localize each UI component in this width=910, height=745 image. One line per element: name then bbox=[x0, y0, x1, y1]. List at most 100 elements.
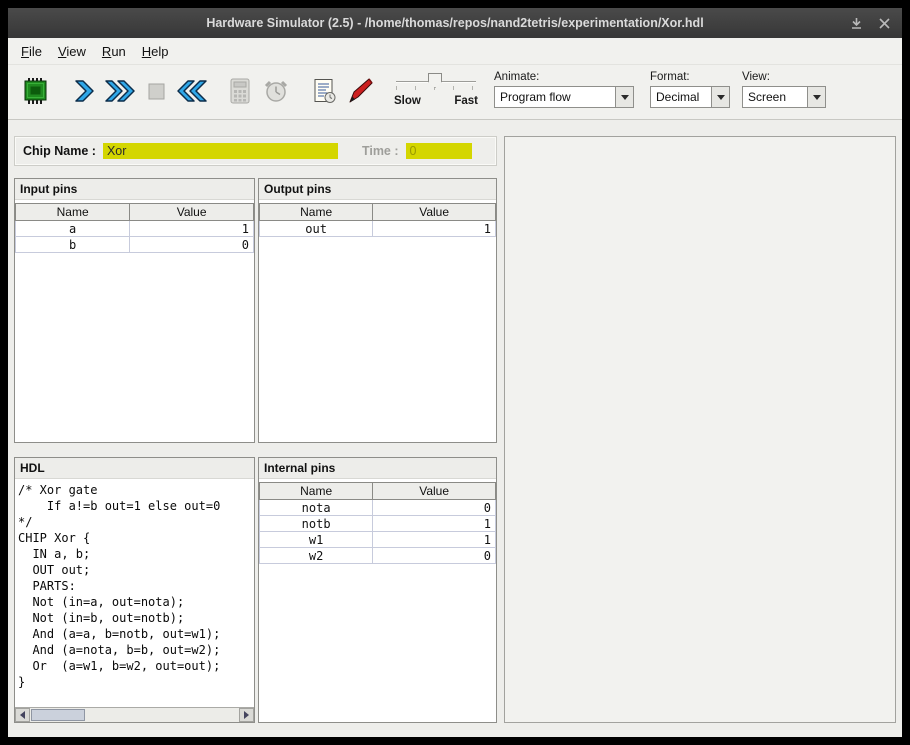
time-field: 0 bbox=[406, 143, 472, 159]
animate-label: Animate: bbox=[494, 71, 634, 83]
table-row: w1 1 bbox=[260, 532, 496, 548]
chip-name-bar: Chip Name : Xor Time : 0 bbox=[14, 136, 497, 166]
animate-select[interactable]: Program flow bbox=[494, 86, 634, 108]
value-column-header: Value bbox=[373, 483, 496, 500]
table-row: b 0 bbox=[16, 237, 254, 253]
script-icon bbox=[309, 76, 339, 106]
pin-name-cell: w1 bbox=[260, 532, 373, 548]
hdl-code-line: OUT out; bbox=[18, 562, 251, 578]
scrollbar-thumb[interactable] bbox=[31, 709, 85, 721]
single-step-button[interactable] bbox=[66, 71, 102, 111]
input-pins-title: Input pins bbox=[15, 179, 254, 200]
hdl-code-line: CHIP Xor { bbox=[18, 530, 251, 546]
close-icon[interactable] bbox=[879, 18, 890, 29]
main-content: Chip Name : Xor Time : 0 Input pins Name… bbox=[8, 120, 902, 737]
load-chip-icon bbox=[21, 76, 51, 106]
format-dropdown-arrow-icon[interactable] bbox=[711, 87, 729, 107]
internal-pins-title: Internal pins bbox=[259, 458, 496, 479]
animate-dropdown-arrow-icon[interactable] bbox=[615, 87, 633, 107]
breakpoints-button[interactable] bbox=[342, 71, 378, 111]
scroll-right-arrow-icon[interactable] bbox=[239, 708, 254, 722]
view-group: View: Screen bbox=[742, 71, 826, 108]
scroll-left-arrow-icon[interactable] bbox=[15, 708, 30, 722]
chip-name-field: Xor bbox=[103, 143, 338, 159]
desktop: { "colors": { "accent_yellow": "#d4d600"… bbox=[0, 0, 910, 745]
app-window: Hardware Simulator (2.5) - /home/thomas/… bbox=[8, 8, 902, 737]
script-button[interactable] bbox=[306, 71, 342, 111]
input-pins-body: Name Value a 1 b 0 bbox=[15, 201, 254, 442]
hdl-code-line: } bbox=[18, 674, 251, 690]
hdl-panel: HDL /* Xor gate If a!=b out=1 else out=0… bbox=[14, 457, 255, 723]
animate-value: Program flow bbox=[495, 87, 615, 107]
pin-value-cell: 1 bbox=[373, 516, 496, 532]
value-column-header: Value bbox=[130, 204, 254, 221]
menu-run-rest: un bbox=[111, 44, 125, 59]
pin-value-cell: 1 bbox=[373, 532, 496, 548]
load-chip-button[interactable] bbox=[18, 71, 54, 111]
fast-label: Fast bbox=[454, 95, 478, 107]
name-column-header: Name bbox=[16, 204, 130, 221]
minimize-icon[interactable] bbox=[850, 17, 863, 30]
speed-slider-labels: Slow Fast bbox=[394, 95, 478, 107]
input-pins-panel: Input pins Name Value a 1 bbox=[14, 178, 255, 443]
clock-button[interactable] bbox=[258, 71, 294, 111]
time-label: Time : bbox=[362, 144, 399, 158]
hdl-code-line: Not (in=a, out=nota); bbox=[18, 594, 251, 610]
speed-slider[interactable] bbox=[394, 73, 478, 91]
hdl-code-line: If a!=b out=1 else out=0 bbox=[18, 498, 251, 514]
pin-name-cell: nota bbox=[260, 500, 373, 516]
pin-name-cell: notb bbox=[260, 516, 373, 532]
name-column-header: Name bbox=[260, 483, 373, 500]
stop-icon bbox=[141, 76, 171, 106]
slow-label: Slow bbox=[394, 95, 421, 107]
view-dropdown-arrow-icon[interactable] bbox=[807, 87, 825, 107]
hdl-code-line: PARTS: bbox=[18, 578, 251, 594]
table-header-row: Name Value bbox=[260, 204, 496, 221]
pin-value-cell: 1 bbox=[373, 221, 496, 237]
format-label: Format: bbox=[650, 71, 730, 83]
output-pins-body: Name Value out 1 bbox=[259, 201, 496, 442]
view-select[interactable]: Screen bbox=[742, 86, 826, 108]
titlebar[interactable]: Hardware Simulator (2.5) - /home/thomas/… bbox=[8, 8, 902, 38]
pin-value-cell[interactable]: 1 bbox=[130, 221, 254, 237]
menu-file[interactable]: File bbox=[13, 40, 50, 63]
pin-value-cell[interactable]: 0 bbox=[130, 237, 254, 253]
hdl-code-line: /* Xor gate bbox=[18, 482, 251, 498]
output-pins-panel: Output pins Name Value out 1 bbox=[258, 178, 497, 443]
hdl-code-line: And (a=nota, b=b, out=w2); bbox=[18, 642, 251, 658]
menu-run[interactable]: Run bbox=[94, 40, 134, 63]
hdl-horizontal-scrollbar[interactable] bbox=[15, 707, 254, 722]
hdl-code-line: Or (a=w1, b=w2, out=out); bbox=[18, 658, 251, 674]
titlebar-buttons bbox=[850, 8, 890, 38]
format-select[interactable]: Decimal bbox=[650, 86, 730, 108]
format-group: Format: Decimal bbox=[650, 71, 730, 108]
reset-button[interactable] bbox=[174, 71, 210, 111]
breakpoints-icon bbox=[345, 76, 375, 106]
speed-slider-group: Slow Fast bbox=[394, 71, 478, 107]
pin-name-cell: b bbox=[16, 237, 130, 253]
single-step-icon bbox=[69, 76, 99, 106]
pin-name-cell: a bbox=[16, 221, 130, 237]
stop-button[interactable] bbox=[138, 71, 174, 111]
animate-group: Animate: Program flow bbox=[494, 71, 634, 108]
run-button[interactable] bbox=[102, 71, 138, 111]
menu-run-mnemonic: R bbox=[102, 44, 111, 59]
table-header-row: Name Value bbox=[16, 204, 254, 221]
table-row: a 1 bbox=[16, 221, 254, 237]
name-column-header: Name bbox=[260, 204, 373, 221]
hdl-code-line: Not (in=b, out=notb); bbox=[18, 610, 251, 626]
window-title: Hardware Simulator (2.5) - /home/thomas/… bbox=[8, 16, 902, 30]
pin-name-cell: w2 bbox=[260, 548, 373, 564]
menu-view[interactable]: View bbox=[50, 40, 94, 63]
internal-pins-panel: Internal pins Name Value nota 0 bbox=[258, 457, 497, 723]
menu-help[interactable]: Help bbox=[134, 40, 177, 63]
hdl-code-line: And (a=a, b=notb, out=w1); bbox=[18, 626, 251, 642]
output-pins-table: Name Value out 1 bbox=[259, 203, 496, 237]
hdl-code-view[interactable]: /* Xor gate If a!=b out=1 else out=0 */ … bbox=[15, 480, 254, 707]
calculator-button[interactable] bbox=[222, 71, 258, 111]
value-column-header: Value bbox=[373, 204, 496, 221]
calculator-icon bbox=[225, 76, 255, 106]
toolbar: Slow Fast Animate: Program flow Format: … bbox=[8, 65, 902, 120]
reset-icon bbox=[175, 76, 209, 106]
table-row: nota 0 bbox=[260, 500, 496, 516]
